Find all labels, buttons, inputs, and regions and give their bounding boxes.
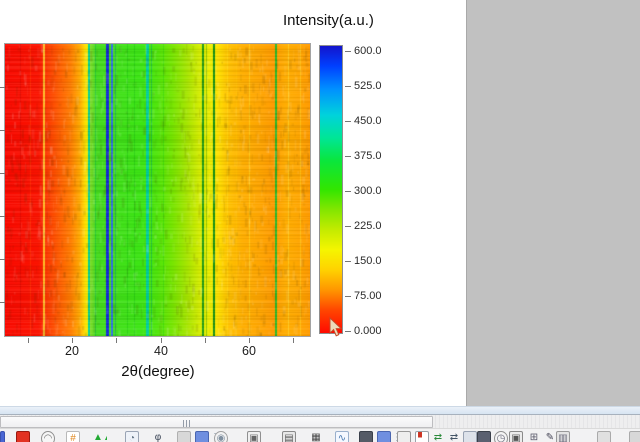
colorbar-tick-label: 600.0 xyxy=(354,45,382,57)
toolbar-icon-plot-red[interactable] xyxy=(16,431,30,442)
toolbar-icon-panel-gray[interactable] xyxy=(177,431,191,442)
toolbar-icon-monitor-2[interactable] xyxy=(477,431,491,442)
colorbar-tick xyxy=(345,226,351,227)
colorbar-tick-label: 375.0 xyxy=(354,150,382,162)
heatmap-canvas[interactable] xyxy=(5,44,310,336)
colorbar[interactable] xyxy=(319,45,343,334)
workspace-background xyxy=(466,0,640,407)
colorbar-tick xyxy=(345,121,351,122)
x-axis-tick-label: 20 xyxy=(52,344,92,358)
colorbar-tick-label: 225.0 xyxy=(354,220,382,232)
colorbar-tick xyxy=(345,331,351,332)
toolbar-icon-theta-anchor[interactable]: φ xyxy=(151,431,165,442)
toolbar-icon-graph-corners[interactable]: # xyxy=(66,431,80,442)
toolbar-icon-jar[interactable] xyxy=(463,431,477,442)
colorbar-tick xyxy=(345,86,351,87)
toolbar-icon-cols-plus[interactable]: ⇄ xyxy=(447,431,461,442)
toolbar-icon-pen[interactable]: ✎ xyxy=(543,431,557,442)
toolbar-icon-expand[interactable]: ⊞ xyxy=(527,431,541,442)
toolbar-icon-camera[interactable]: ▤ xyxy=(282,431,296,442)
x-axis-tick xyxy=(72,338,73,343)
toolbar-icon-cols-green[interactable]: ⇄ xyxy=(431,431,445,442)
colorbar-tick xyxy=(345,296,351,297)
toolbar-icon-arrows-green[interactable]: ▲▲ xyxy=(93,431,107,442)
toolbar-icon-printer-2[interactable]: ▣ xyxy=(509,431,523,442)
colorbar-tick xyxy=(345,156,351,157)
x-axis-tick xyxy=(116,338,117,343)
colorbar-tick xyxy=(345,191,351,192)
horizontal-scrollbar[interactable] xyxy=(0,414,640,428)
toolbar-icon-wave[interactable]: ∿ xyxy=(335,431,349,442)
x-axis-tick-label: 60 xyxy=(229,344,269,358)
colorbar-tick-label: 450.0 xyxy=(354,115,382,127)
toolbar-icon-stub[interactable] xyxy=(597,431,611,442)
toolbar-icon-stub-right[interactable] xyxy=(629,431,640,442)
colorbar-tick xyxy=(345,51,351,52)
y-axis-tick xyxy=(0,259,5,260)
toolbar-icon-page-blue[interactable] xyxy=(195,431,209,442)
toolbar-icon-gauge[interactable]: ◠ xyxy=(41,431,55,442)
bottom-toolbar: ◠#▲▲◔φ⋮◉▣▤▦∿⋮▘⇄⇄◷▣⊞✎▥ xyxy=(0,428,640,442)
scrollbar-grip-icon[interactable] xyxy=(183,420,194,427)
x-axis-tick xyxy=(249,338,250,343)
toolbar-icon-clip-blue[interactable] xyxy=(0,431,5,442)
colorbar-tick-label: 0.000 xyxy=(354,325,382,337)
colorbar-tick-label: 75.00 xyxy=(354,290,382,302)
toolbar-icon-tool-round[interactable]: ◉ xyxy=(214,431,228,442)
colorbar-tick xyxy=(345,261,351,262)
toolbar-icon-page-blue-2[interactable] xyxy=(377,431,391,442)
toolbar-icon-page-red[interactable]: ▘ xyxy=(415,431,429,442)
toolbar-icon-clock[interactable]: ◷ xyxy=(494,431,508,442)
y-axis-tick xyxy=(0,130,5,131)
toolbar-icon-monitor[interactable] xyxy=(359,431,373,442)
x-axis-tick xyxy=(161,338,162,343)
x-axis-tick-label: 40 xyxy=(141,344,181,358)
x-axis-tick xyxy=(205,338,206,343)
y-axis-tick xyxy=(0,173,5,174)
colorbar-tick-label: 300.0 xyxy=(354,185,382,197)
toolbar-icon-flask[interactable]: ◔ xyxy=(125,431,139,442)
y-axis-tick xyxy=(0,216,5,217)
toolbar-icon-www-grid[interactable]: ▦ xyxy=(309,431,323,442)
toolbar-icon-frame[interactable] xyxy=(397,431,411,442)
colorbar-title: Intensity(a.u.) xyxy=(283,12,374,29)
scrollbar-thumb[interactable] xyxy=(0,416,433,428)
y-axis-tick xyxy=(0,302,5,303)
toolbar-icon-printer[interactable]: ▣ xyxy=(247,431,261,442)
x-axis-tick xyxy=(28,338,29,343)
toolbar-icon-folder-out[interactable]: ▥ xyxy=(556,431,570,442)
x-axis-title: 2θ(degree) xyxy=(78,363,238,380)
y-axis-tick xyxy=(0,87,5,88)
colorbar-tick-label: 150.0 xyxy=(354,255,382,267)
colorbar-tick-label: 525.0 xyxy=(354,80,382,92)
heatmap-plot[interactable] xyxy=(4,43,311,337)
x-axis-tick xyxy=(293,338,294,343)
status-strip xyxy=(0,406,640,414)
